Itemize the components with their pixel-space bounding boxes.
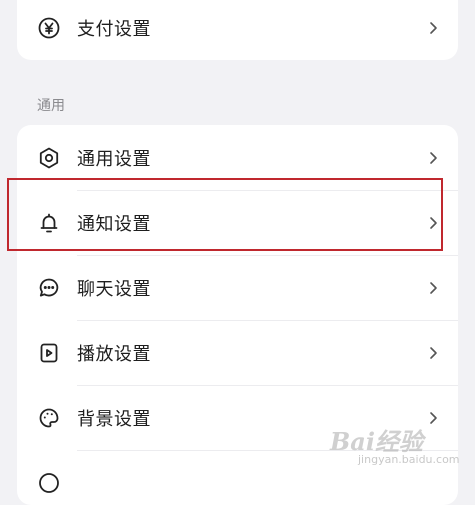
payment-settings-label: 支付设置 [77,18,151,40]
next-settings-row-partial[interactable] [17,450,458,505]
notification-settings-label: 通知设置 [77,213,151,235]
yen-circle-icon [37,16,61,40]
chevron-right-icon [426,346,440,360]
chat-bubble-icon [37,276,61,300]
chevron-right-icon [426,21,440,35]
notification-settings-row[interactable]: 通知设置 [17,190,458,255]
payment-settings-card: 支付设置 [17,0,458,60]
gear-icon [37,146,61,170]
chevron-right-icon [426,411,440,425]
payment-settings-row[interactable]: 支付设置 [17,0,458,60]
bell-icon [37,211,61,235]
general-settings-card: 通用设置 通知设置 聊天设置 播放设置 背景设置 [17,125,458,505]
playback-settings-row[interactable]: 播放设置 [17,320,458,385]
playback-settings-label: 播放设置 [77,343,151,365]
section-title-general: 通用 [37,98,65,114]
partial-icon [37,471,61,495]
background-settings-label: 背景设置 [77,408,151,430]
play-icon [37,341,61,365]
chevron-right-icon [426,281,440,295]
chat-settings-label: 聊天设置 [77,278,151,300]
general-settings-label: 通用设置 [77,148,151,170]
general-settings-row[interactable]: 通用设置 [17,125,458,190]
palette-icon [37,406,61,430]
background-settings-row[interactable]: 背景设置 [17,385,458,450]
chevron-right-icon [426,216,440,230]
chevron-right-icon [426,151,440,165]
chat-settings-row[interactable]: 聊天设置 [17,255,458,320]
